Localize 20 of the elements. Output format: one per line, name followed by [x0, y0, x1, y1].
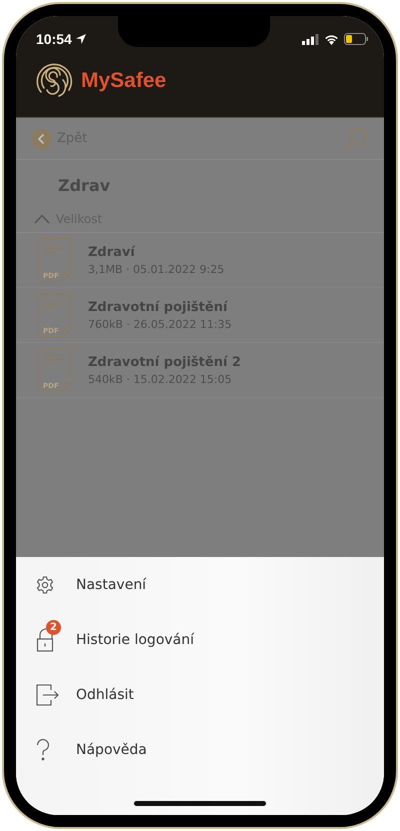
logout-icon [36, 684, 60, 706]
file-name: Zdravotní pojištění 2 [88, 354, 241, 370]
wifi-icon [324, 34, 339, 44]
location-icon [74, 33, 87, 45]
status-time: 10:54 [36, 31, 72, 47]
menu-item[interactable]: Odhlásit [16, 667, 384, 722]
chevron-up-icon [34, 214, 50, 224]
gear-icon [36, 576, 54, 594]
back-icon [32, 128, 52, 148]
battery-icon [344, 33, 368, 45]
file-name: Zdraví [88, 244, 136, 260]
menu-item[interactable]: 2 Historie logování [16, 612, 384, 667]
notification-badge: 2 [46, 620, 61, 634]
menu-item[interactable]: Nápověda [16, 722, 384, 777]
app-name: MySafee [81, 69, 166, 93]
file-name: Zdravotní pojištění [88, 300, 229, 314]
signal-icon [302, 34, 319, 44]
search-icon[interactable] [344, 126, 368, 150]
question-mark-icon [36, 738, 50, 760]
menu-item[interactable]: Nastavení [16, 557, 384, 612]
